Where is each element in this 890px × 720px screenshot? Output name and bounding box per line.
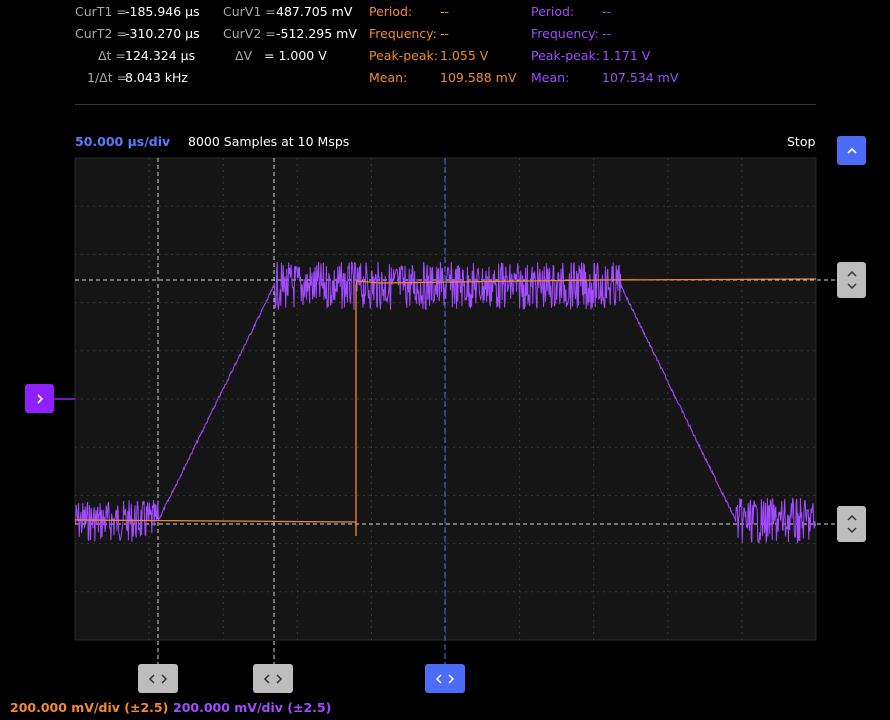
voltage-cursor-1-handle[interactable] — [837, 262, 866, 298]
channel1-scale-label[interactable]: 200.000 mV/div (±2.5) — [10, 700, 168, 715]
scope-display[interactable] — [0, 0, 890, 720]
chevron-left-right-icon — [263, 673, 283, 684]
chevron-up-down-icon — [846, 514, 857, 534]
time-cursor-2-handle[interactable] — [253, 664, 293, 693]
channel2-offset-handle[interactable] — [25, 384, 54, 413]
channel2-scale-label[interactable]: 200.000 mV/div (±2.5) — [173, 700, 331, 715]
voltage-cursor-2-handle[interactable] — [837, 506, 866, 542]
chevron-left-right-icon — [435, 673, 455, 684]
chevron-right-icon — [36, 393, 43, 404]
trigger-time-handle[interactable] — [425, 664, 465, 693]
scroll-up-button[interactable] — [837, 136, 866, 165]
chevron-up-icon — [846, 147, 857, 154]
time-cursor-1-handle[interactable] — [138, 664, 178, 693]
chevron-left-right-icon — [148, 673, 168, 684]
chevron-up-down-icon — [846, 270, 857, 290]
